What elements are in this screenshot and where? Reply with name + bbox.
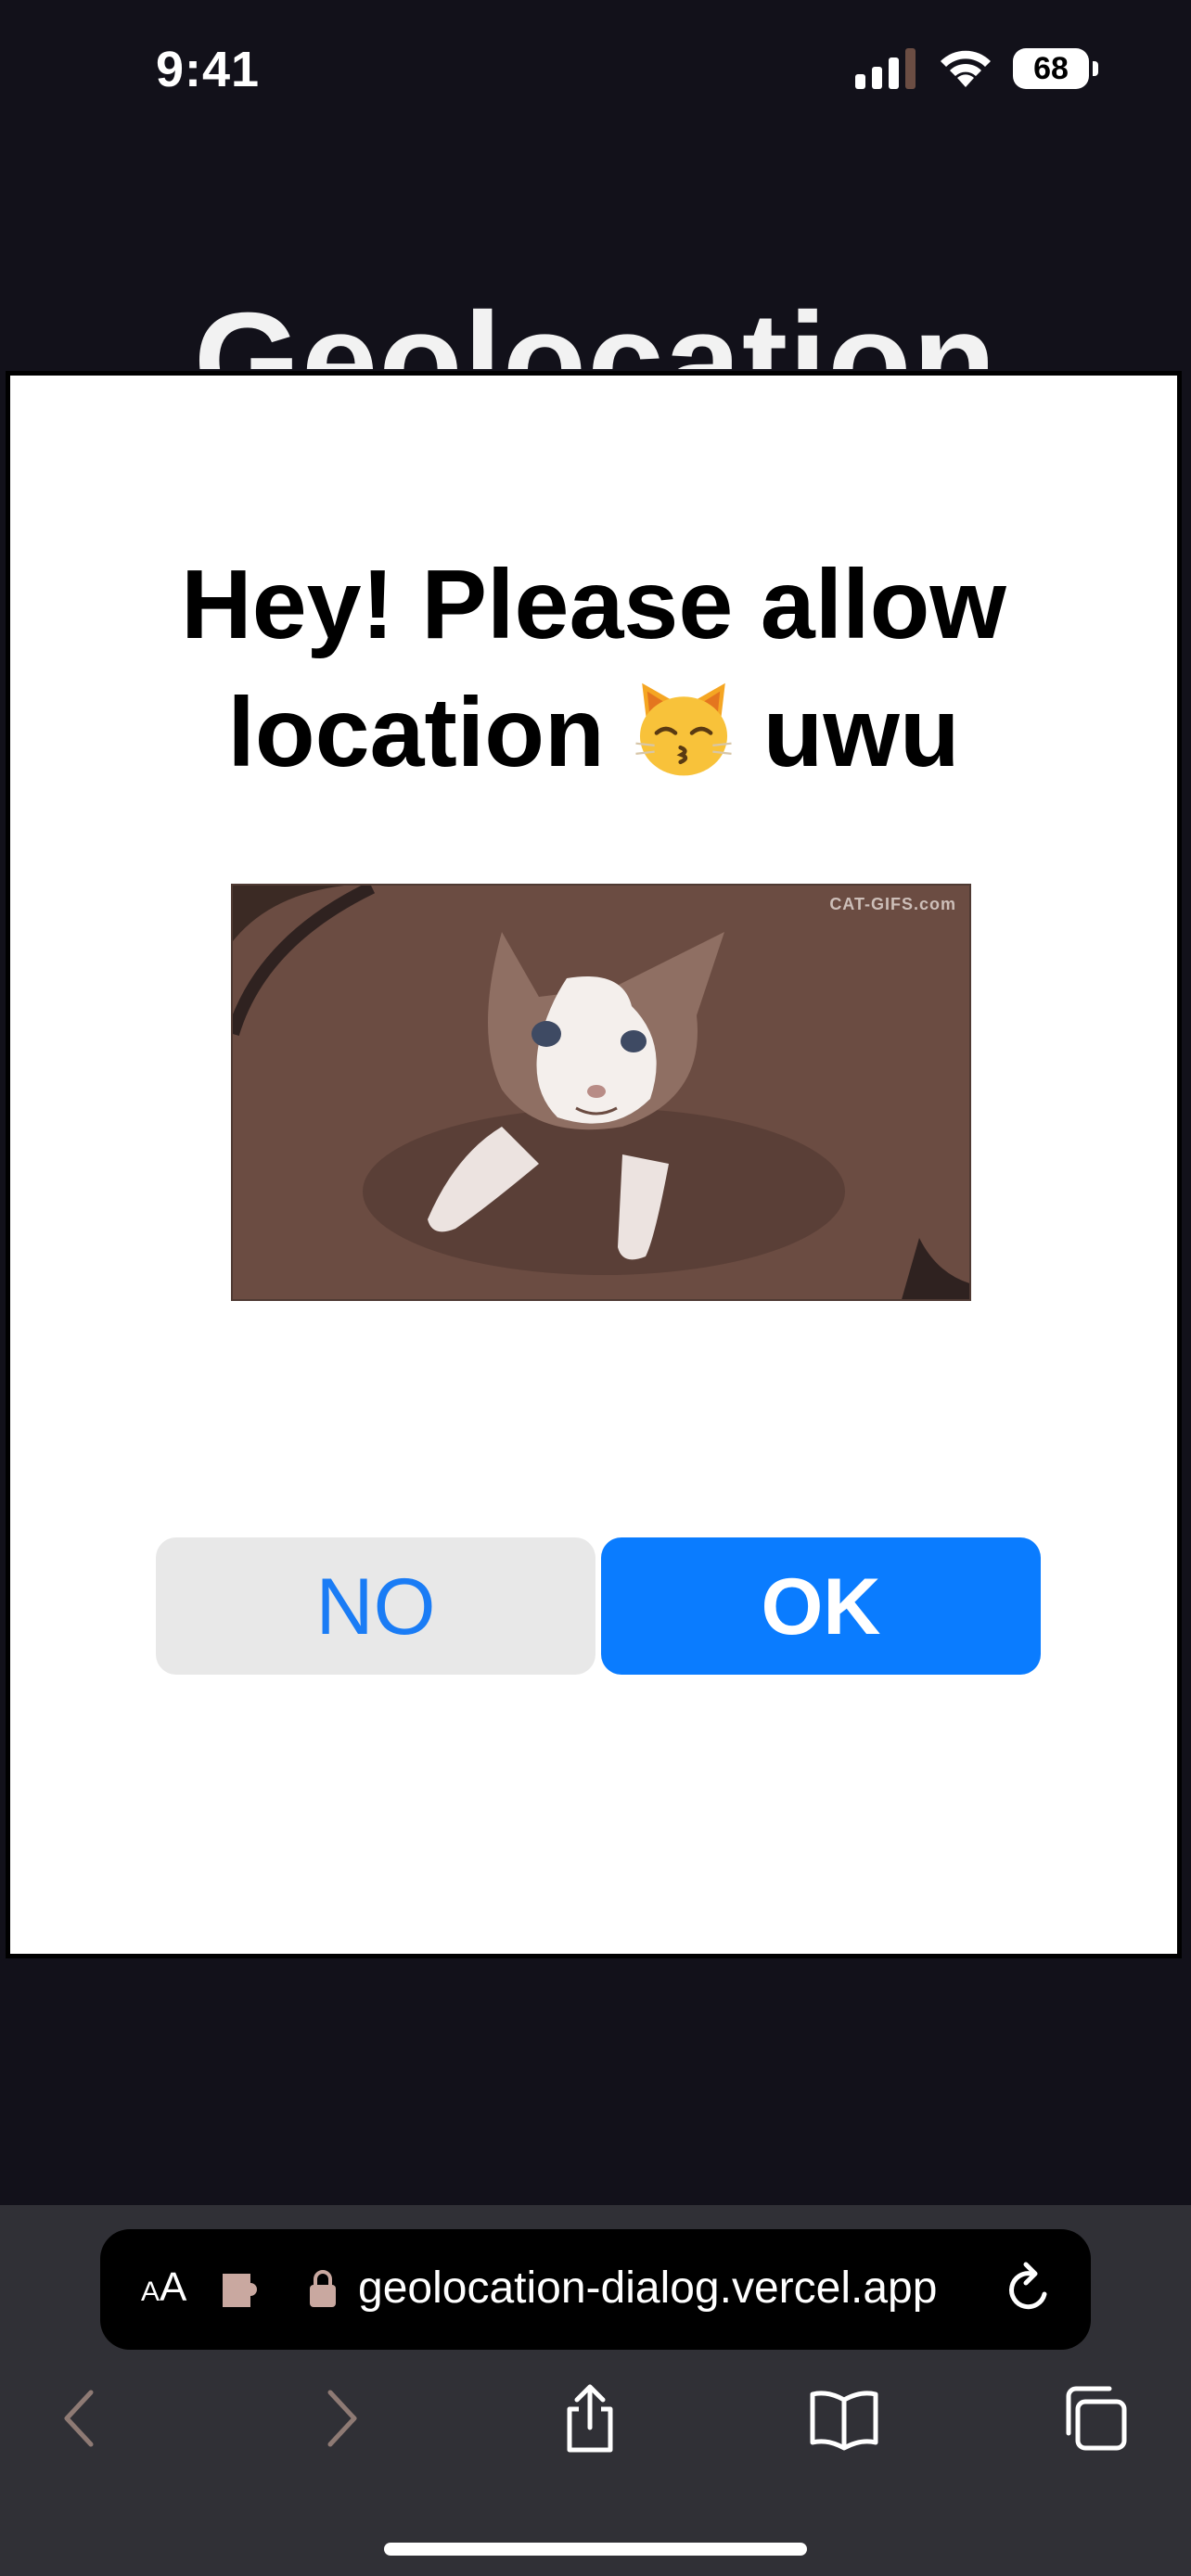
browser-toolbar: AA geolocation-dialog.vercel.app [0,2205,1191,2576]
reload-icon[interactable] [1004,2261,1056,2316]
reader-label-small: A [141,2276,160,2307]
tabs-icon[interactable] [1057,2381,1132,2455]
image-watermark: CAT-GIFS.com [829,895,956,913]
kissing-cat-emoji-icon [635,682,732,776]
forward-icon[interactable] [302,2381,377,2455]
reader-label-large: A [160,2264,187,2310]
share-icon[interactable] [553,2381,627,2455]
dialog-title-line2-end: uwu [762,678,960,787]
url-text: geolocation-dialog.vercel.app [358,2264,938,2313]
home-indicator [384,2543,807,2556]
dialog-title-line2-start: location [227,678,605,787]
status-time: 9:41 [156,42,261,97]
permission-dialog: Hey! Please allow location uwu CAT-GIFS.… [6,371,1182,1958]
no-button[interactable]: NO [156,1537,596,1675]
cat-illustration [233,886,969,1299]
battery-level: 68 [1013,48,1089,89]
page-heading: Geolocation [0,278,1191,369]
page-heading-text: Geolocation [193,285,998,369]
battery-icon: 68 [1013,48,1098,89]
back-icon[interactable] [45,2381,119,2455]
cat-gif-image: CAT-GIFS.com [231,884,971,1301]
bookmarks-icon[interactable] [807,2381,881,2455]
lock-icon [310,2270,336,2307]
status-bar: 9:41 68 [0,0,1191,139]
wifi-icon [941,50,991,87]
ok-button[interactable]: OK [601,1537,1041,1675]
cellular-signal-icon [855,48,916,89]
reader-settings-button[interactable]: AA [141,2264,186,2311]
extension-icon[interactable] [219,2268,267,2313]
dialog-title-line1: Hey! Please allow [181,550,1006,659]
address-bar[interactable]: AA geolocation-dialog.vercel.app [100,2229,1091,2350]
dialog-title: Hey! Please allow location uwu [10,541,1177,797]
